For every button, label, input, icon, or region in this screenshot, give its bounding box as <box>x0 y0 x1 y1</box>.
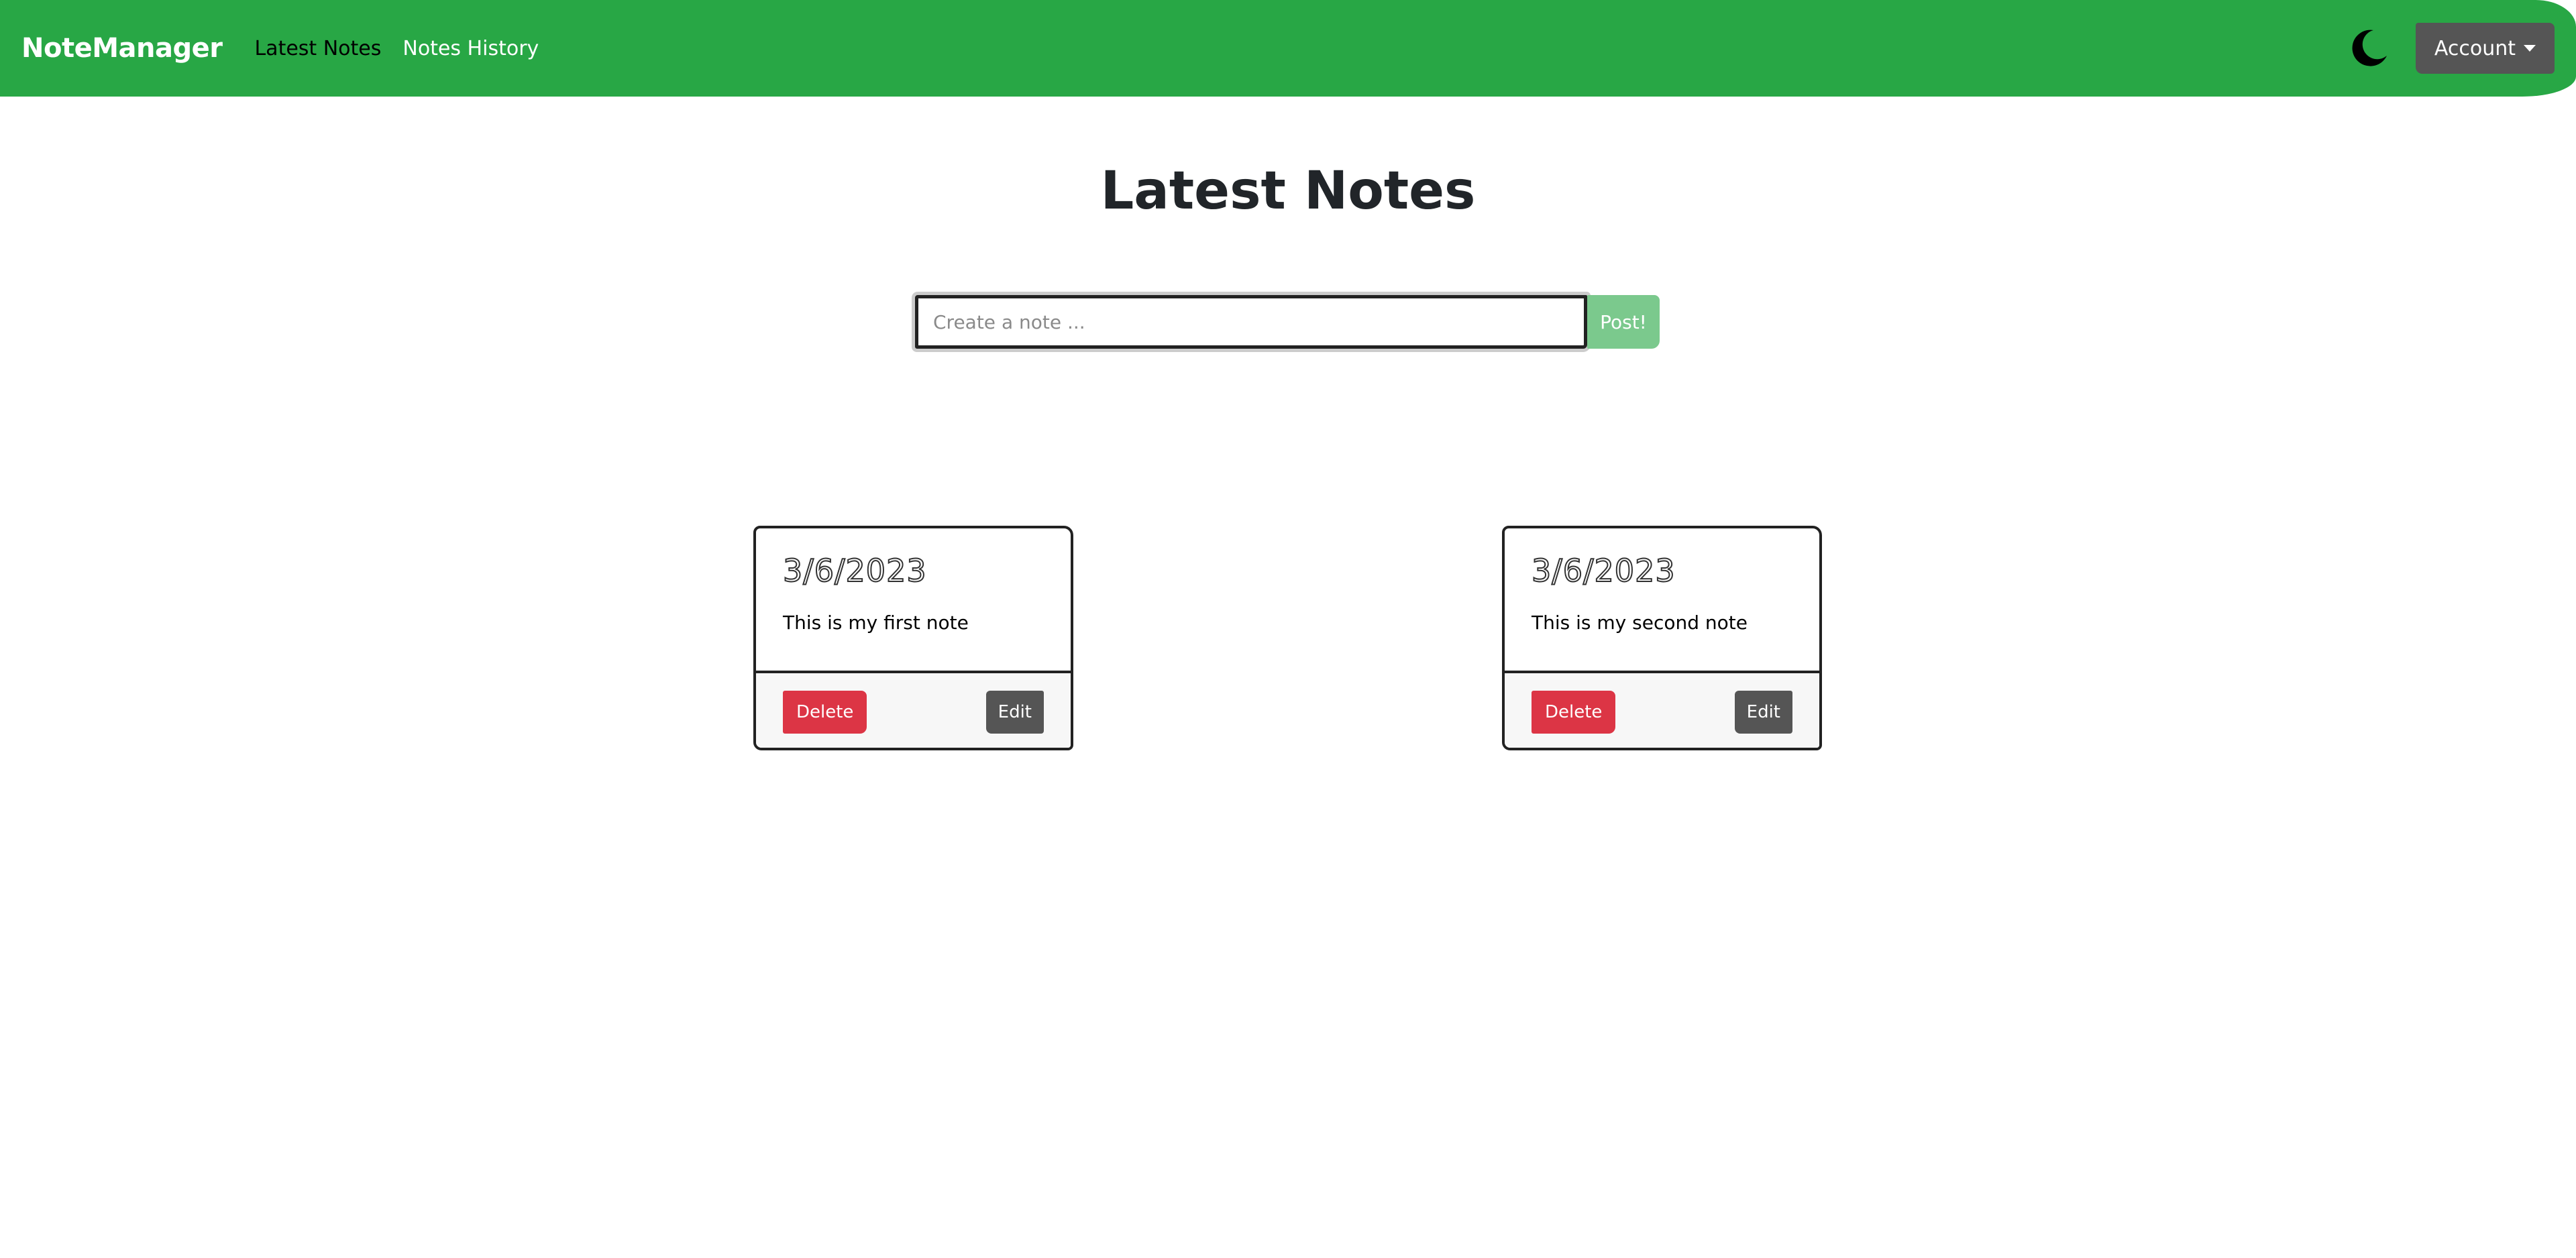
nav-link-notes-history[interactable]: Notes History <box>402 37 539 60</box>
note-card-footer: Delete Edit <box>1505 671 1819 748</box>
theme-toggle-button[interactable] <box>2345 24 2393 72</box>
note-date: 3/6/2023 <box>782 552 927 589</box>
edit-note-button[interactable]: Edit <box>1734 690 1792 734</box>
navbar-right: Account <box>2345 23 2555 74</box>
note-card: 3/6/2023 This is my second note Delete E… <box>1502 526 1822 750</box>
edit-note-button[interactable]: Edit <box>985 690 1044 734</box>
caret-down-icon <box>2524 45 2536 52</box>
account-label: Account <box>2434 36 2516 60</box>
note-text: This is my first note <box>783 612 969 634</box>
page-title: Latest Notes <box>1100 161 1476 221</box>
account-dropdown-button[interactable]: Account <box>2415 23 2555 74</box>
note-card: 3/6/2023 This is my first note Delete Ed… <box>753 526 1073 750</box>
navbar: NoteManager Latest Notes Notes History A… <box>0 0 2576 97</box>
note-card-footer: Delete Edit <box>756 671 1071 748</box>
nav-link-latest-notes[interactable]: Latest Notes <box>254 37 381 60</box>
create-note-form: Post! <box>915 295 1660 349</box>
post-button[interactable]: Post! <box>1587 295 1660 349</box>
note-card-body: 3/6/2023 This is my first note <box>756 528 1071 671</box>
note-date: 3/6/2023 <box>1531 552 1676 589</box>
create-note-input[interactable] <box>915 295 1587 349</box>
brand-link[interactable]: NoteManager <box>21 33 223 64</box>
moon-icon <box>2352 30 2387 66</box>
note-card-body: 3/6/2023 This is my second note <box>1505 528 1819 671</box>
note-text: This is my second note <box>1532 612 1748 634</box>
delete-note-button[interactable]: Delete <box>1532 690 1616 734</box>
delete-note-button[interactable]: Delete <box>783 690 867 734</box>
